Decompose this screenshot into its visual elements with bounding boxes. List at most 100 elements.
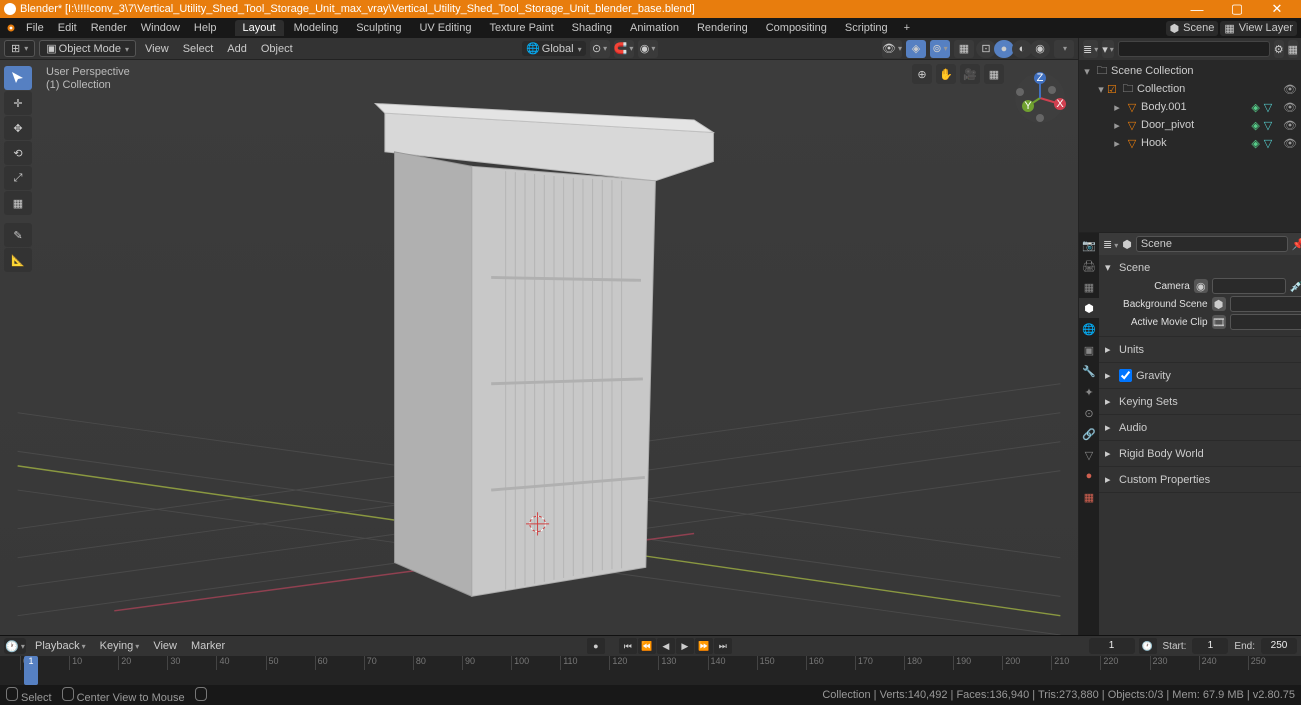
rotate-tool[interactable]: ⟲ (4, 141, 32, 165)
tree-item-hook[interactable]: ▸▽ Hook ◈▽ 👁 (1079, 134, 1301, 152)
workspace-tab-sculpting[interactable]: Sculpting (348, 20, 409, 36)
ptab-render[interactable]: 📷 (1079, 235, 1099, 255)
zoom-button[interactable]: ⊕ (912, 64, 932, 84)
prev-key-button[interactable]: ⏪ (638, 638, 656, 654)
scene-name-field[interactable] (1136, 236, 1288, 252)
eyedropper-icon[interactable]: 💉 (1290, 280, 1301, 293)
rendered-icon[interactable]: ◉ (1030, 40, 1050, 58)
editor-type-dropdown[interactable]: ⊞ (4, 40, 35, 57)
menu-edit[interactable]: Edit (52, 20, 83, 36)
ptab-scene[interactable]: ⬢ (1079, 298, 1099, 318)
timeline-keying[interactable]: Keying (95, 638, 145, 654)
workspace-tab-compositing[interactable]: Compositing (758, 20, 835, 36)
ptab-constraint[interactable]: 🔗 (1079, 424, 1099, 444)
viewport[interactable]: ✛ ✥ ⟲ ⤢ ▦ ✎ 📐 User Perspective (1) Colle… (0, 60, 1078, 635)
ptab-modifier[interactable]: 🔧 (1079, 361, 1099, 381)
playhead[interactable]: 1 (24, 656, 38, 685)
props-type-dropdown[interactable]: ≣ (1103, 238, 1118, 251)
end-frame[interactable]: 250 (1261, 638, 1297, 654)
next-key-button[interactable]: ⏩ (695, 638, 713, 654)
move-tool[interactable]: ✥ (4, 116, 32, 140)
menu-help[interactable]: Help (188, 20, 223, 36)
tree-item-body[interactable]: ▸▽ Body.001 ◈▽ 👁 (1079, 98, 1301, 116)
view3d-menu-object[interactable]: Object (256, 41, 298, 57)
eye-icon[interactable]: 👁 (1283, 119, 1297, 132)
menu-window[interactable]: Window (135, 20, 186, 36)
outliner-tree[interactable]: ▾🗀 Scene Collection ▾☑🗀 Collection 👁 ▸▽ … (1079, 60, 1301, 232)
scene-selector[interactable]: ⬢ Scene (1166, 21, 1219, 36)
jump-end-button[interactable]: ⏭ (714, 638, 732, 654)
panel-custom[interactable]: ▸Custom Properties (1105, 471, 1301, 488)
ptab-texture[interactable]: ▦ (1079, 487, 1099, 507)
movie-clip-field[interactable]: Active Movie Clip🎞 (1113, 314, 1301, 330)
gravity-checkbox[interactable] (1119, 369, 1132, 382)
timeline-playback[interactable]: Playback (30, 638, 91, 654)
timeline-view[interactable]: View (148, 638, 182, 654)
ptab-physics[interactable]: ⊙ (1079, 403, 1099, 423)
outliner-search[interactable] (1118, 41, 1270, 57)
bg-scene-field[interactable]: Background Scene⬢ (1113, 296, 1301, 312)
close-button[interactable]: ✕ (1257, 1, 1297, 17)
overlay-dropdown[interactable]: ⊚ (930, 40, 950, 58)
blender-icon[interactable] (4, 21, 18, 35)
eye-icon[interactable]: 👁 (1283, 83, 1297, 96)
panel-rigid[interactable]: ▸Rigid Body World (1105, 445, 1301, 462)
play-reverse-button[interactable]: ◀ (657, 638, 675, 654)
pivot-dropdown[interactable]: ⊙ (590, 40, 610, 58)
play-button[interactable]: ▶ (676, 638, 694, 654)
eye-icon[interactable]: 👁 (1283, 101, 1297, 114)
menu-render[interactable]: Render (85, 20, 133, 36)
orientation-dropdown[interactable]: 🌐 Global (522, 41, 586, 56)
cursor-tool[interactable]: ✛ (4, 91, 32, 115)
tree-item-door[interactable]: ▸▽ Door_pivot ◈▽ 👁 (1079, 116, 1301, 134)
wireframe-icon[interactable]: ⊡ (976, 40, 996, 58)
outliner-new-collection[interactable]: ▦ (1288, 40, 1298, 58)
ptab-output[interactable]: 🖨 (1079, 256, 1099, 276)
shading-mode[interactable]: ⊡ ● ◐ ◉ (978, 40, 1050, 58)
timeline-track[interactable]: 0102030405060708090100110120130140150160… (0, 656, 1301, 685)
camera-button[interactable]: 🎥 (960, 64, 980, 84)
minimize-button[interactable]: — (1177, 2, 1217, 17)
measure-tool[interactable]: 📐 (4, 248, 32, 272)
annotate-tool[interactable]: ✎ (4, 223, 32, 247)
eye-icon[interactable]: 👁 (1283, 137, 1297, 150)
panel-audio[interactable]: ▸Audio (1105, 419, 1301, 436)
lookdev-icon[interactable]: ◐ (1012, 40, 1032, 58)
transform-tool[interactable]: ▦ (4, 191, 32, 215)
autokey-button[interactable]: ● (587, 638, 605, 654)
start-frame[interactable]: 1 (1192, 638, 1228, 654)
view3d-menu-select[interactable]: Select (178, 41, 219, 57)
ptab-object[interactable]: ▣ (1079, 340, 1099, 360)
gizmo-toggle[interactable]: ◈ (906, 40, 926, 58)
outliner-display-dropdown[interactable]: ▾ (1102, 40, 1114, 58)
panel-units[interactable]: ▸Units (1105, 341, 1301, 358)
panel-gravity[interactable]: ▸Gravity (1105, 367, 1301, 384)
ptab-viewlayer[interactable]: ▦ (1079, 277, 1099, 297)
workspace-tab-scripting[interactable]: Scripting (837, 20, 896, 36)
workspace-tab-uvediting[interactable]: UV Editing (411, 20, 479, 36)
workspace-tab-texturepaint[interactable]: Texture Paint (481, 20, 561, 36)
shading-options[interactable] (1054, 40, 1074, 58)
xray-toggle[interactable]: ▦ (954, 40, 974, 58)
timeline-type-dropdown[interactable]: 🕐 (4, 638, 26, 654)
visibility-dropdown[interactable]: 👁 (882, 40, 902, 58)
workspace-tab-layout[interactable]: Layout (235, 20, 284, 36)
perspective-button[interactable]: ▦ (984, 64, 1004, 84)
menu-file[interactable]: File (20, 20, 50, 36)
current-frame[interactable]: 1 (1089, 638, 1135, 654)
mode-dropdown[interactable]: ▣ Object Mode (39, 40, 136, 57)
select-tool[interactable] (4, 66, 32, 90)
workspace-tab-modeling[interactable]: Modeling (286, 20, 347, 36)
view3d-menu-view[interactable]: View (140, 41, 174, 57)
workspace-tab-rendering[interactable]: Rendering (689, 20, 756, 36)
ptab-particle[interactable]: ✦ (1079, 382, 1099, 402)
navigation-gizmo[interactable]: X Y Z (1012, 70, 1068, 126)
ptab-world[interactable]: 🌐 (1079, 319, 1099, 339)
panel-scene-header[interactable]: ▾Scene (1105, 259, 1301, 276)
scale-tool[interactable]: ⤢ (4, 166, 32, 190)
tree-collection[interactable]: ▾☑🗀 Collection 👁 (1079, 80, 1301, 98)
viewlayer-selector[interactable]: ▦ View Layer (1220, 21, 1297, 36)
pin-icon[interactable]: 📌 (1292, 238, 1301, 251)
jump-start-button[interactable]: ⏮ (619, 638, 637, 654)
snap-dropdown[interactable]: 🧲 (614, 40, 634, 58)
